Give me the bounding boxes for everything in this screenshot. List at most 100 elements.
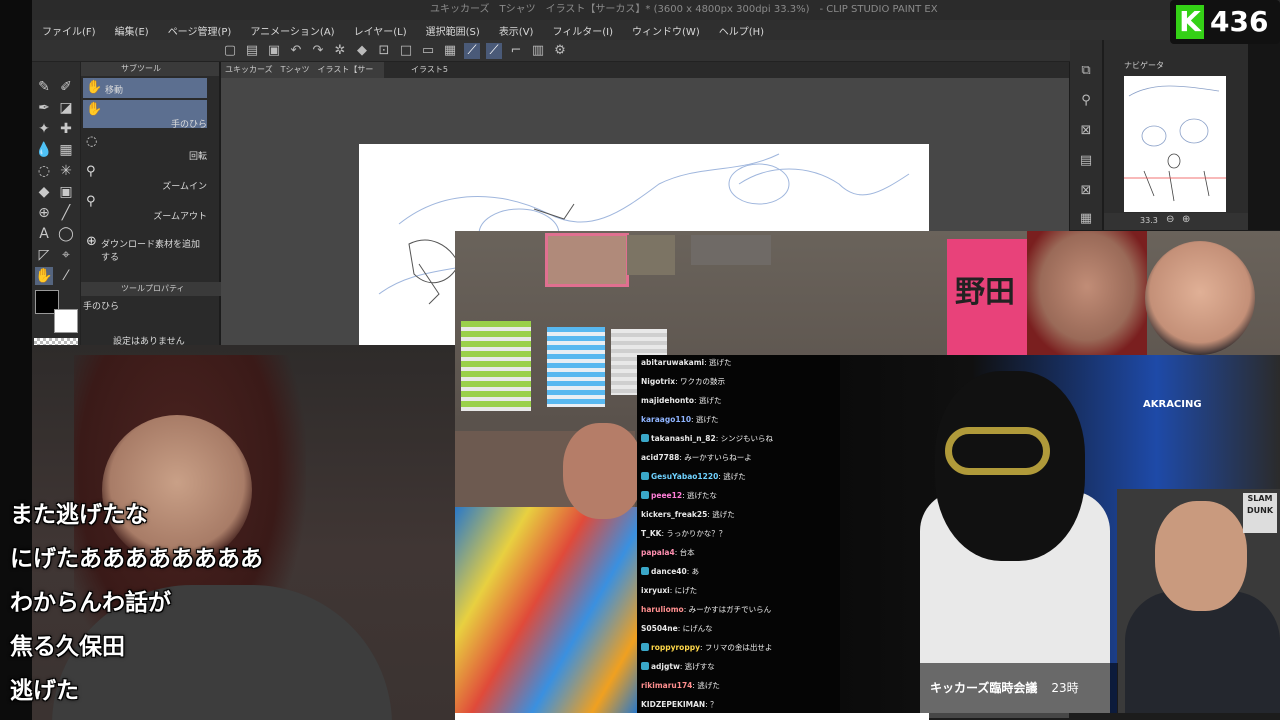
chat-text: : みーかすはガチでいらん	[683, 605, 772, 614]
frame-icon[interactable]: ◸	[35, 246, 53, 264]
lasso-icon[interactable]: ◌	[35, 162, 53, 180]
menu-view[interactable]: 表示(V)	[499, 23, 534, 38]
hand-icon[interactable]: ✋	[35, 267, 53, 285]
transform-icon[interactable]: ⊡	[376, 43, 392, 59]
chat-message: takanashi_n_82: シンジもいらね	[641, 433, 773, 444]
object-select-icon[interactable]: ⊕	[35, 204, 53, 222]
chat-username: S0504ne	[641, 624, 678, 633]
subtool-hand[interactable]: ✋ 手のひら	[83, 100, 207, 130]
right-command-bar: ⧉ ⚲ ⊠ ▤ ⊠ ▦	[1070, 40, 1102, 230]
chat-username: majidehonto	[641, 396, 695, 405]
menu-selection[interactable]: 選択範囲(S)	[426, 23, 480, 38]
chat-message: KIDZEPEKIMAN: ？	[641, 699, 718, 710]
pen-icon[interactable]: ✎	[35, 78, 53, 96]
gold-mask-trim	[945, 427, 1050, 475]
special-ruler-icon[interactable]: ⟋	[486, 42, 502, 59]
new-file-icon[interactable]: ▢	[222, 43, 238, 59]
sub-color-swatch[interactable]	[54, 309, 78, 333]
brush-icon[interactable]: ✒	[35, 99, 53, 117]
rotate-icon: ◌	[86, 134, 98, 149]
settings-icon[interactable]: ⚙	[552, 43, 568, 59]
subtool-zoom-out[interactable]: ⚲ ズームアウト	[83, 192, 207, 222]
command-toolbar: ▢ ▤ ▣ ↶ ↷ ✲ ◆ ⊡ □ ▭ ▦ ⟋ ⟋ ⌐ ▥ ⚙	[32, 40, 1072, 62]
menu-filter[interactable]: フィルター(I)	[552, 23, 613, 38]
material-icon[interactable]: ⊠	[1077, 122, 1095, 140]
chat-username: Nigotrix	[641, 377, 676, 386]
chat-badge-icon	[641, 643, 649, 651]
line-icon[interactable]: ╱	[57, 204, 75, 222]
chat-username: kickers_freak25	[641, 510, 708, 519]
chat-username: ixryuxi	[641, 586, 670, 595]
save-icon[interactable]: ▣	[266, 43, 282, 59]
chat-message: abitaruwakami: 逃げた	[641, 357, 732, 368]
menu-window[interactable]: ウィンドウ(W)	[632, 23, 700, 38]
crop-icon[interactable]: ▦	[442, 43, 458, 59]
open-file-icon[interactable]: ▤	[244, 43, 260, 59]
chat-text: : 逃げた	[704, 358, 732, 367]
eyedropper-icon[interactable]: ⁄	[57, 267, 75, 285]
decoration-icon[interactable]: ✦	[35, 120, 53, 138]
ruler-icon[interactable]: ⌖	[57, 246, 75, 264]
loading-icon[interactable]: ✲	[332, 43, 348, 59]
menu-layer[interactable]: レイヤー(L)	[354, 23, 407, 38]
menu-help[interactable]: ヘルプ(H)	[719, 23, 764, 38]
move-layer-icon[interactable]: ✚	[57, 120, 75, 138]
undo-icon[interactable]: ↶	[288, 43, 304, 59]
pencil-icon[interactable]: ✐	[57, 78, 75, 96]
caption-time: 23時	[1051, 681, 1079, 695]
wall-poster	[627, 235, 675, 275]
add-download-material-button[interactable]: ⊕ ダウンロード素材を追加する	[83, 232, 207, 263]
magic-wand-icon[interactable]: ✳	[57, 162, 75, 180]
grid-snap-icon[interactable]: ⌐	[508, 43, 524, 59]
meme-face-left	[1027, 231, 1147, 355]
redo-icon[interactable]: ↷	[310, 43, 326, 59]
channel-logo-number: 436	[1210, 5, 1269, 38]
subtitle-line: 焦る久保田	[10, 634, 125, 660]
chat-message: GesuYabao1220: 逃げた	[641, 471, 746, 482]
clear-icon[interactable]: □	[398, 43, 414, 59]
subtool-move[interactable]: ✋ 移動	[83, 78, 207, 98]
blend-icon[interactable]: 💧	[35, 141, 53, 159]
text-icon[interactable]: A	[35, 225, 53, 243]
navigator-thumbnail[interactable]	[1124, 76, 1226, 212]
auto-action-icon[interactable]: ⊠	[1077, 182, 1095, 200]
cup-stack	[547, 327, 605, 407]
ruler-snap-icon[interactable]: ⟋	[464, 42, 480, 59]
menu-file[interactable]: ファイル(F)	[42, 23, 96, 38]
deselect-icon[interactable]: ▭	[420, 43, 436, 59]
fill-icon[interactable]: ◆	[354, 43, 370, 59]
grid-icon[interactable]: ▦	[57, 141, 75, 159]
chat-text: : にげんな	[677, 624, 713, 633]
chat-username: roppyroppy	[651, 643, 700, 652]
tab-tshirt-illust[interactable]: ユキッカーズ Tシャツ イラスト【サーカス】* ×	[221, 62, 384, 90]
menu-animation[interactable]: アニメーション(A)	[250, 23, 334, 38]
chat-text: : ワクカの鼓示	[675, 377, 725, 386]
gradient-icon[interactable]: ▣	[57, 183, 75, 201]
balloon-icon[interactable]: ◯	[57, 225, 75, 243]
subtool-zoom-in[interactable]: ⚲ ズームイン	[83, 162, 207, 192]
eraser-icon[interactable]: ◪	[57, 99, 75, 117]
chat-message: Nigotrix: ワクカの鼓示	[641, 376, 725, 387]
menu-edit[interactable]: 編集(E)	[115, 23, 149, 38]
subtool-header: サブツール	[81, 62, 219, 76]
menu-page[interactable]: ページ管理(P)	[168, 23, 232, 38]
wall-poster	[545, 233, 629, 287]
chat-username: acid7788	[641, 453, 680, 462]
search-icon[interactable]: ⚲	[1077, 92, 1095, 110]
chat-username: haruliomo	[641, 605, 684, 614]
chat-message: T_KK: うっかりかな？？	[641, 528, 726, 539]
zoom-out-icon[interactable]: ⊖	[1166, 214, 1174, 225]
stream-overlay: AKRACING 野田 SLAM DUNK abitaruwakami: 逃げた…	[455, 231, 1280, 713]
subtool-rotate[interactable]: ◌ 回転	[83, 132, 207, 162]
history-icon[interactable]: ▤	[1077, 152, 1095, 170]
navigator-zoom-value[interactable]: 33.3	[1140, 216, 1158, 225]
document-icon[interactable]: ▥	[530, 43, 546, 59]
chat-text: : 逃げすな	[679, 662, 715, 671]
fill-bucket-icon[interactable]: ◆	[35, 183, 53, 201]
item-bank-icon[interactable]: ▦	[1077, 210, 1095, 228]
plus-icon: ⊕	[86, 234, 97, 249]
zoom-out-icon: ⚲	[86, 194, 96, 209]
zoom-in-icon[interactable]: ⊕	[1182, 214, 1190, 225]
tab-illust5[interactable]: イラスト5	[407, 62, 475, 78]
layer-props-icon[interactable]: ⧉	[1077, 62, 1095, 80]
